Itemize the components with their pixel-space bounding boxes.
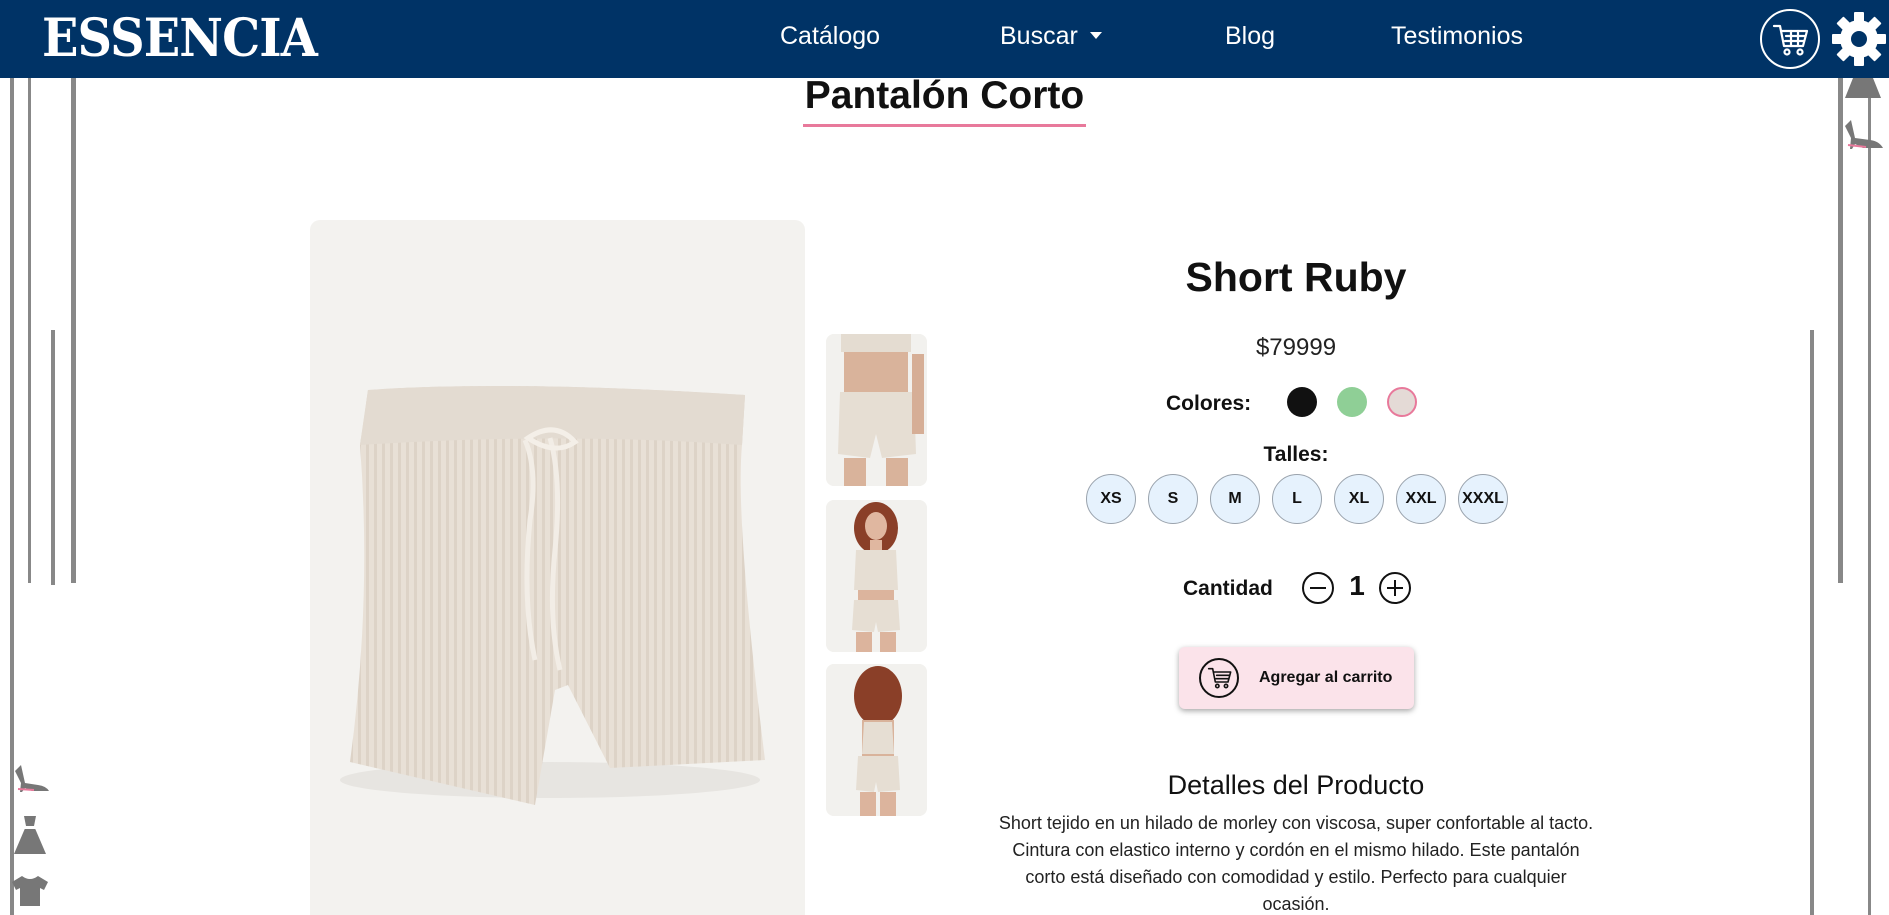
left-rail [28,78,31,583]
shorts-image [340,386,765,805]
add-to-cart-label: Agregar al carrito [1259,669,1393,686]
brand-logo[interactable]: ESSENCIA [42,8,318,69]
size-xl-button[interactable]: XL [1334,474,1384,524]
product-main-image[interactable] [310,220,805,915]
details-title: Detalles del Producto [1167,770,1425,800]
quantity-increment-button[interactable] [1379,572,1411,604]
right-rail [1868,78,1871,915]
left-rail [51,330,55,585]
product-thumbnail[interactable] [826,334,927,486]
right-rail [1838,78,1843,583]
product-price: $79999 [1255,334,1337,361]
settings-button[interactable] [1830,10,1888,68]
chevron-down-icon [1089,31,1102,39]
color-swatch-beige[interactable] [1387,387,1417,417]
cart-button[interactable] [1760,9,1820,69]
nav-buscar-dropdown[interactable]: Buscar [1000,22,1102,51]
colors-label: Colores: [1166,392,1252,415]
color-swatch-green[interactable] [1337,387,1367,417]
thumbnail-image [826,334,927,486]
cart-icon [1207,667,1232,689]
size-l-button[interactable]: L [1272,474,1322,524]
product-name: Short Ruby [1185,254,1407,300]
nav-blog[interactable]: Blog [1225,22,1275,51]
sizes-label: Talles: [1263,443,1329,466]
quantity-decrement-button[interactable] [1302,572,1334,604]
size-s-button[interactable]: S [1148,474,1198,524]
top-navbar: ESSENCIA Catálogo Buscar Blog Testimonio… [0,0,1889,78]
cart-icon-circle [1199,658,1239,698]
page-title: Pantalón Corto [802,74,1087,127]
details-text: Short tejido en un hilado de morley con … [998,813,1594,914]
product-thumbnail[interactable] [826,500,927,652]
size-xxxl-button[interactable]: XXXL [1458,474,1508,524]
thumbnail-image [826,500,927,652]
size-xs-button[interactable]: XS [1086,474,1136,524]
nav-catalogo[interactable]: Catálogo [780,22,880,51]
cart-icon [1772,24,1809,56]
color-swatch-black[interactable] [1287,387,1317,417]
left-rail [71,78,76,583]
add-to-cart-button[interactable]: Agregar al carrito [1179,647,1414,709]
size-m-button[interactable]: M [1210,474,1260,524]
right-rail [1810,330,1814,915]
gear-icon [1832,12,1886,66]
quantity-label: Cantidad [1183,577,1273,600]
quantity-value: 1 [1349,570,1365,601]
heels-icon [15,765,49,792]
nav-testimonios[interactable]: Testimonios [1391,22,1523,51]
size-xxl-button[interactable]: XXL [1396,474,1446,524]
product-thumbnail[interactable] [826,664,927,816]
dress-icon [14,816,46,854]
nav-buscar-label: Buscar [1000,22,1078,50]
thumbnail-image [826,664,927,816]
page-title-wrapper: Pantalón Corto [0,74,1889,127]
tshirt-icon [12,876,48,906]
